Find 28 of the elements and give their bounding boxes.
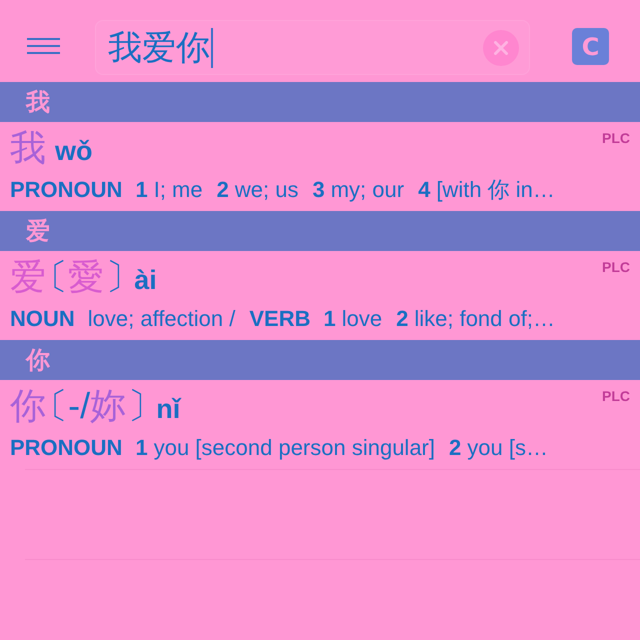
headword-character: 你 bbox=[10, 384, 46, 428]
definition[interactable]: PRONOUN 1 I; me 2 we; us 3 my; our 4 [with 你 in… bbox=[10, 176, 569, 204]
section-header: 你 bbox=[0, 340, 640, 380]
source-tag: PLC bbox=[602, 130, 630, 146]
menu-icon[interactable] bbox=[27, 38, 60, 54]
headword-character: 〔 bbox=[52, 384, 68, 428]
search-query: 我爱你 bbox=[108, 30, 210, 64]
pinyin: nǐ bbox=[156, 394, 180, 425]
source-tag: PLC bbox=[602, 388, 630, 404]
toggle-button[interactable]: C bbox=[572, 28, 609, 65]
headword-character: 〕 bbox=[106, 255, 122, 299]
definition[interactable]: PRONOUN 1 you [second person singular] 2 you [s… bbox=[10, 434, 562, 462]
headword-character: 〔 bbox=[52, 255, 68, 299]
search-field[interactable]: 我爱你 bbox=[95, 20, 530, 75]
pinyin: wǒ bbox=[55, 136, 92, 167]
headword-character: 愛 bbox=[68, 255, 104, 299]
section-header: 爱 bbox=[0, 211, 640, 251]
pinyin: ài bbox=[134, 265, 157, 296]
clear-button[interactable] bbox=[483, 30, 519, 66]
headword-character: 爱 bbox=[10, 255, 46, 299]
headword-character: 〕 bbox=[128, 384, 144, 428]
definition[interactable]: NOUN love; affection / VERB 1 love 2 like; fond of;… bbox=[10, 305, 569, 333]
headword-character: 妳 bbox=[90, 384, 126, 428]
source-tag: PLC bbox=[602, 259, 630, 275]
headword-character: 我 bbox=[10, 126, 46, 170]
close-icon bbox=[494, 40, 508, 54]
headword-character: -/ bbox=[68, 384, 90, 428]
section-header: 我 bbox=[0, 82, 640, 122]
